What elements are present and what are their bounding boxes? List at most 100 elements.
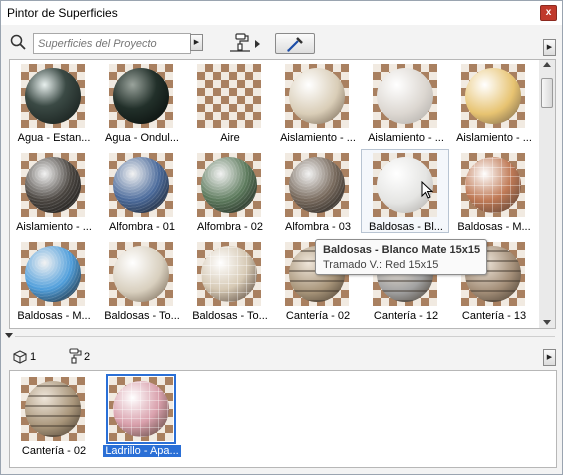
surface-tile[interactable]: Baldosas - To... bbox=[188, 242, 272, 328]
panel-options-button-top[interactable]: ▶ bbox=[543, 39, 556, 56]
material-sphere bbox=[113, 68, 169, 124]
surface-label-text: Baldosas - To... bbox=[104, 310, 180, 322]
surface-label-text: Cantería - 02 bbox=[285, 310, 351, 322]
surface-label: Cantería - 02 bbox=[12, 445, 96, 457]
surface-label-text: Cantería - 02 bbox=[21, 445, 87, 457]
surface-thumbnail bbox=[373, 64, 437, 128]
collapse-triangle-icon[interactable] bbox=[5, 333, 13, 338]
selection-status-row: 1 2 ▶ bbox=[1, 346, 562, 368]
material-sphere bbox=[289, 157, 345, 213]
surface-thumbnail bbox=[21, 153, 85, 217]
surface-label-text: Aislamiento - ... bbox=[16, 221, 92, 233]
surface-label-text: Agua - Estan... bbox=[17, 132, 91, 144]
surface-tile[interactable]: Aislamiento - ... bbox=[276, 64, 360, 152]
surface-label: Cantería - 02 bbox=[276, 310, 360, 322]
surface-label-text: Aislamiento - ... bbox=[368, 132, 444, 144]
surface-label: Baldosas - To... bbox=[100, 310, 184, 322]
surface-label-text: Ladrillo - Apa... bbox=[102, 445, 182, 457]
surface-tile[interactable]: Baldosas - To... bbox=[100, 242, 184, 328]
surface-label-text: Baldosas - M... bbox=[457, 221, 531, 233]
paint-brush-icon bbox=[69, 348, 82, 364]
brush-menu-arrow-icon[interactable] bbox=[255, 40, 260, 48]
material-sphere bbox=[25, 246, 81, 302]
material-sphere bbox=[113, 246, 169, 302]
surface-tile[interactable]: Agua - Estan... bbox=[12, 64, 96, 152]
eyedropper-button[interactable] bbox=[275, 33, 315, 54]
surface-tile[interactable]: Alfombra - 01 bbox=[100, 153, 184, 241]
material-sphere bbox=[113, 381, 169, 437]
scroll-up-icon[interactable] bbox=[543, 62, 551, 67]
surface-thumbnail bbox=[285, 153, 349, 217]
material-sphere bbox=[25, 381, 81, 437]
surface-thumbnail bbox=[197, 64, 261, 128]
search-icon bbox=[10, 34, 26, 50]
grid-scrollbar[interactable] bbox=[539, 59, 556, 329]
selection-panel: Cantería - 02 Ladrillo - Apa... bbox=[9, 370, 557, 468]
surface-label: Aislamiento - ... bbox=[364, 132, 448, 144]
surface-tile[interactable]: Alfombra - 02 bbox=[188, 153, 272, 241]
surface-label: Cantería - 12 bbox=[364, 310, 448, 322]
surface-tile[interactable]: Cantería - 02 bbox=[12, 377, 96, 465]
eyedropper-icon bbox=[287, 37, 303, 52]
surface-label-text: Agua - Ondul... bbox=[105, 132, 179, 144]
surface-label-text: Alfombra - 03 bbox=[284, 221, 352, 233]
surface-grid: Agua - Estan... Agua - Ondul... Aire Aislam… bbox=[9, 59, 541, 329]
surface-label-text: Cantería - 13 bbox=[461, 310, 527, 322]
search-field[interactable] bbox=[33, 33, 192, 54]
surface-thumbnail bbox=[109, 242, 173, 306]
paint-roller-icon[interactable] bbox=[229, 32, 251, 52]
material-sphere bbox=[25, 68, 81, 124]
scroll-down-icon[interactable] bbox=[543, 320, 551, 325]
surface-tile[interactable]: Aislamiento - ... bbox=[12, 153, 96, 241]
mouse-cursor-icon bbox=[421, 181, 434, 199]
tooltip-title: Baldosas - Blanco Mate 15x15 bbox=[323, 244, 481, 256]
surfaces-count: 1 bbox=[30, 351, 37, 363]
surface-tile[interactable]: Baldosas - Bl... bbox=[364, 153, 448, 241]
cube-icon bbox=[13, 350, 27, 364]
window-title: Pintor de Superficies bbox=[7, 6, 118, 20]
material-sphere bbox=[465, 68, 521, 124]
surface-painter-window: Pintor de Superficies x ▶ ▶ Agua - Estan bbox=[0, 0, 563, 475]
surface-tile[interactable]: Baldosas - M... bbox=[452, 153, 536, 241]
surface-tile[interactable]: Agua - Ondul... bbox=[100, 64, 184, 152]
surface-label-text: Cantería - 12 bbox=[373, 310, 439, 322]
surface-label: Baldosas - To... bbox=[188, 310, 272, 322]
panel-options-button-bottom[interactable]: ▶ bbox=[543, 349, 556, 366]
surface-tile[interactable]: Aislamiento - ... bbox=[364, 64, 448, 152]
surface-label-text: Baldosas - M... bbox=[17, 310, 91, 322]
material-sphere bbox=[289, 68, 345, 124]
material-sphere bbox=[113, 157, 169, 213]
surface-thumbnail bbox=[21, 377, 85, 441]
surface-label: Baldosas - M... bbox=[452, 221, 536, 233]
surface-thumbnail bbox=[461, 64, 525, 128]
surface-tile[interactable]: Aire bbox=[188, 64, 272, 152]
surface-label: Cantería - 13 bbox=[452, 310, 536, 322]
surface-label: Alfombra - 02 bbox=[188, 221, 272, 233]
surface-label: Agua - Estan... bbox=[12, 132, 96, 144]
surface-thumbnail bbox=[21, 242, 85, 306]
surface-label: Baldosas - M... bbox=[12, 310, 96, 322]
close-button[interactable]: x bbox=[540, 5, 557, 21]
panel-splitter[interactable] bbox=[1, 331, 562, 341]
surface-label: Alfombra - 03 bbox=[276, 221, 360, 233]
surface-thumbnail bbox=[197, 153, 261, 217]
splitter-line bbox=[15, 336, 555, 337]
search-menu-button[interactable]: ▶ bbox=[190, 34, 203, 51]
surface-label: Aislamiento - ... bbox=[12, 221, 96, 233]
surface-thumbnail bbox=[109, 153, 173, 217]
surface-tile[interactable]: Ladrillo - Apa... bbox=[100, 374, 184, 465]
surface-tile[interactable]: Alfombra - 03 bbox=[276, 153, 360, 241]
material-sphere bbox=[201, 157, 257, 213]
search-input[interactable] bbox=[34, 34, 192, 53]
surface-label: Agua - Ondul... bbox=[100, 132, 184, 144]
surface-label-text: Aislamiento - ... bbox=[280, 132, 356, 144]
surface-label-text: Baldosas - Bl... bbox=[369, 221, 443, 233]
surface-thumbnail bbox=[109, 64, 173, 128]
surface-thumbnail bbox=[106, 374, 176, 444]
scroll-thumb[interactable] bbox=[541, 78, 553, 108]
surface-label: Ladrillo - Apa... bbox=[100, 445, 184, 457]
material-sphere bbox=[377, 68, 433, 124]
surface-tile[interactable]: Aislamiento - ... bbox=[452, 64, 536, 152]
surface-tile[interactable]: Baldosas - M... bbox=[12, 242, 96, 328]
surface-label-text: Aislamiento - ... bbox=[456, 132, 532, 144]
